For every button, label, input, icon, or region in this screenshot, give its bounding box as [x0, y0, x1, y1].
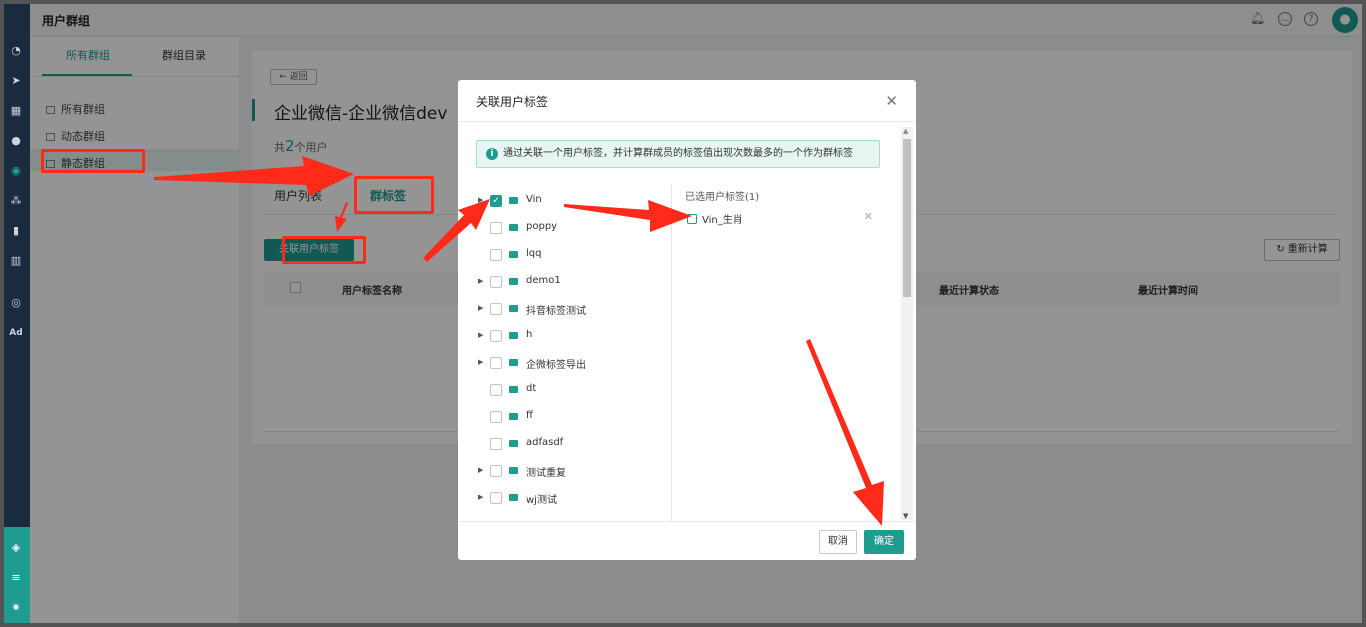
folder-icon: [509, 305, 518, 312]
expand-caret-icon[interactable]: ▶: [478, 493, 483, 501]
expand-caret-icon[interactable]: ▶: [478, 331, 483, 339]
app-window: ◔ ➤ ▦ ● ◉ ⁂ ▮ ▥ ◎ Ad ◈ ≡ ✷ 用户群组 🔔︎ … ? ●…: [0, 0, 1366, 627]
tag-tree-label: Vin: [526, 194, 542, 205]
wechat-icon[interactable]: ◎: [9, 296, 23, 310]
dialog-title: 关联用户标签: [476, 95, 549, 109]
tag-tree-row[interactable]: poppy: [476, 219, 671, 237]
gear-icon[interactable]: ✷: [9, 601, 23, 615]
tag-tree-label: h: [526, 329, 533, 340]
dashboard-icon[interactable]: ◔: [9, 44, 23, 58]
chart-icon[interactable]: ▥: [9, 254, 23, 268]
tag-tree-label: lqq: [526, 248, 542, 259]
tag-checkbox[interactable]: [490, 357, 502, 369]
tag-tree-label: 测试重复: [526, 468, 566, 479]
user-group-icon[interactable]: ◉: [9, 164, 23, 178]
tag-tree: ▶ ✓ Vin poppy lqq ▶ demo1 ▶ 抖音标签测试 ▶ h ▶ 企微标签导出 dt ff a…: [476, 185, 671, 521]
selected-tag-label: Vin_生肖: [702, 215, 743, 226]
bookmark-icon[interactable]: ▮: [9, 224, 23, 238]
tag-tree-row[interactable]: ▶ ✓ Vin: [476, 192, 671, 210]
annotation-box: [41, 149, 145, 173]
annotation-box: [282, 236, 366, 264]
notice-text: 通过关联一个用户标签，并计算群成员的标签值出现次数最多的一个作为群标签: [503, 148, 853, 159]
expand-caret-icon[interactable]: ▶: [478, 277, 483, 285]
tag-checkbox[interactable]: [490, 222, 502, 234]
tag-tree-row[interactable]: dt: [476, 381, 671, 399]
rail-bottom: ◈ ≡ ✷: [4, 527, 30, 623]
annotation-box: [354, 176, 434, 214]
tag-checkbox[interactable]: [490, 249, 502, 261]
info-icon: i: [486, 148, 498, 160]
cluster-icon[interactable]: ⁂: [9, 194, 23, 208]
folder-icon: [509, 251, 518, 258]
tag-tree-row[interactable]: ▶ 抖音标签测试: [476, 300, 671, 318]
tag-tree-row[interactable]: ▶ 企微标签导出: [476, 354, 671, 372]
folder-icon: [509, 386, 518, 393]
cancel-button[interactable]: 取消: [819, 530, 857, 554]
expand-caret-icon[interactable]: ▶: [478, 196, 483, 204]
selected-tags-header: 已选用户标签(1): [685, 192, 760, 203]
ad-icon[interactable]: Ad: [9, 326, 23, 340]
expand-caret-icon[interactable]: ▶: [478, 304, 483, 312]
tag-tree-label: ff: [526, 410, 533, 421]
scrollbar-thumb[interactable]: [903, 139, 911, 297]
folder-icon: [509, 278, 518, 285]
folder-icon: [509, 440, 518, 447]
divider: [671, 185, 672, 521]
folder-icon: [509, 494, 518, 501]
tag-tree-label: adfasdf: [526, 437, 564, 448]
tag-tree-row[interactable]: ▶ wj测试: [476, 489, 671, 507]
tag-checkbox[interactable]: [490, 411, 502, 423]
scroll-up-icon[interactable]: ▲: [903, 127, 908, 135]
tag-checkbox[interactable]: [490, 465, 502, 477]
info-notice: i 通过关联一个用户标签，并计算群成员的标签值出现次数最多的一个作为群标签: [476, 140, 880, 168]
remove-tag-icon[interactable]: ✕: [864, 210, 873, 223]
expand-caret-icon[interactable]: ▶: [478, 466, 483, 474]
tag-tree-row[interactable]: lqq: [476, 246, 671, 264]
folder-icon: [509, 359, 518, 366]
folder-icon: [509, 467, 518, 474]
scroll-down-icon[interactable]: ▼: [903, 512, 908, 520]
divider: [458, 521, 916, 522]
folder-icon: [509, 413, 518, 420]
tag-tree-label: wj测试: [526, 495, 557, 506]
calendar-icon[interactable]: ▦: [9, 104, 23, 118]
folder-icon: [509, 197, 518, 204]
tag-tree-label: 抖音标签测试: [526, 306, 586, 317]
confirm-button[interactable]: 确定: [864, 530, 904, 554]
tag-checkbox[interactable]: [490, 330, 502, 342]
tag-tree-row[interactable]: ▶ 测试重复: [476, 462, 671, 480]
tag-checkbox[interactable]: [490, 276, 502, 288]
tag-checkbox[interactable]: [490, 303, 502, 315]
tag-checkbox[interactable]: [490, 492, 502, 504]
send-icon[interactable]: ➤: [9, 74, 23, 88]
tag-checkbox[interactable]: [490, 384, 502, 396]
tag-tree-label: dt: [526, 383, 537, 394]
tag-tree-label: 企微标签导出: [526, 360, 586, 371]
divider: [458, 121, 916, 122]
close-icon[interactable]: ✕: [885, 92, 898, 110]
tag-tree-label: demo1: [526, 275, 561, 286]
dialog-scrollbar[interactable]: ▲ ▼: [901, 127, 913, 520]
tag-icon: [687, 214, 697, 224]
link-tag-dialog: 关联用户标签 ✕ i 通过关联一个用户标签，并计算群成员的标签值出现次数最多的一个…: [458, 80, 916, 560]
user-icon[interactable]: ●: [9, 134, 23, 148]
tag-tree-row[interactable]: adfasdf: [476, 435, 671, 453]
settings-group-icon[interactable]: ◈: [9, 541, 23, 555]
tag-checkbox[interactable]: ✓: [490, 195, 502, 207]
tag-tree-label: poppy: [526, 221, 558, 232]
selected-tag-item: Vin_生肖 ✕: [687, 210, 873, 226]
expand-caret-icon[interactable]: ▶: [478, 358, 483, 366]
tag-tree-row[interactable]: ▶ demo1: [476, 273, 671, 291]
tag-tree-row[interactable]: ▶ h: [476, 327, 671, 345]
tag-checkbox[interactable]: [490, 438, 502, 450]
tag-tree-row[interactable]: ff: [476, 408, 671, 426]
folder-icon: [509, 224, 518, 231]
folder-icon: [509, 332, 518, 339]
icon-rail: ◔ ➤ ▦ ● ◉ ⁂ ▮ ▥ ◎ Ad ◈ ≡ ✷: [4, 4, 30, 623]
database-icon[interactable]: ≡: [9, 571, 23, 585]
